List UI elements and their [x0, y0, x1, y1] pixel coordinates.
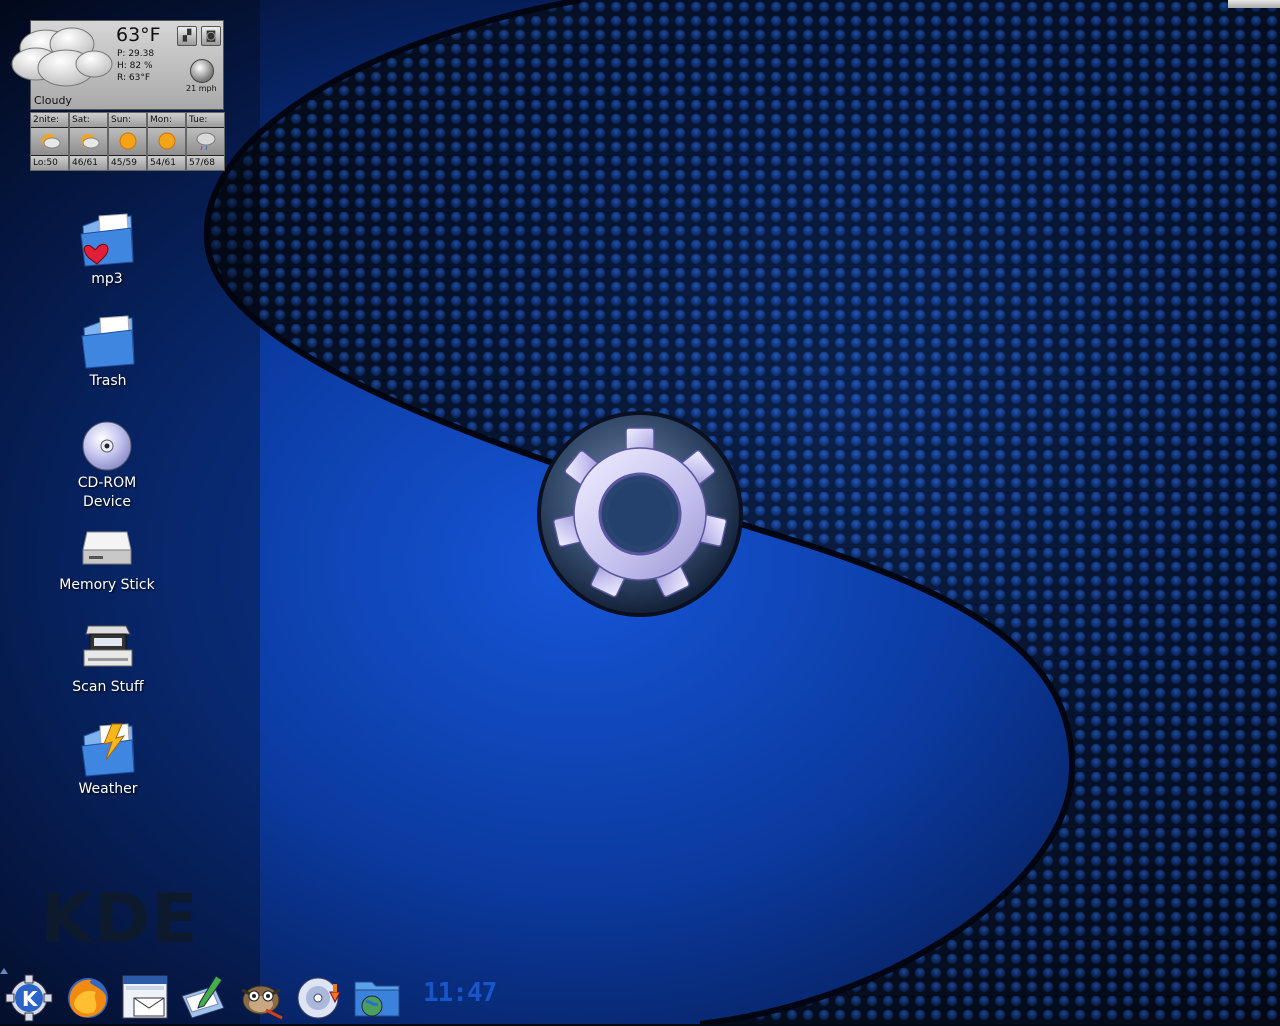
- showers-icon: [187, 128, 224, 155]
- kde-gear-logo: [537, 411, 743, 617]
- weather-folder-icon: [78, 722, 138, 780]
- gimp-launcher[interactable]: [236, 972, 286, 1022]
- temperature: 63°F: [116, 24, 161, 46]
- panel-hide-arrow-icon[interactable]: [0, 968, 8, 974]
- partly-cloudy-icon: [70, 128, 107, 155]
- cd-burner-launcher[interactable]: [294, 972, 344, 1022]
- kde-menu-button[interactable]: K: [4, 972, 54, 1022]
- desktop-icon-cdrom[interactable]: CD-ROM Device: [52, 416, 162, 512]
- corner-panel-handle[interactable]: [1228, 0, 1280, 8]
- forecast-day: Tue: 57/68: [186, 112, 225, 171]
- desktop-icon-memory-stick[interactable]: Memory Stick: [52, 518, 162, 595]
- cd-burner-icon: [297, 977, 341, 1019]
- kde-menu-icon: K: [5, 974, 53, 1022]
- camera-icon[interactable]: ◙: [201, 26, 221, 46]
- text-editor-launcher[interactable]: [178, 972, 228, 1022]
- music-folder-icon: [77, 212, 137, 270]
- desktop-icon-mp3[interactable]: mp3: [52, 212, 162, 289]
- real-feel: R: 63°F: [117, 73, 150, 83]
- trash-folder-icon: [78, 314, 138, 372]
- sunny-icon: [109, 128, 146, 155]
- map-icon[interactable]: ▞: [177, 26, 197, 46]
- forecast-day: Mon: 54/61: [147, 112, 186, 171]
- wind-speed: 21 mph: [186, 84, 217, 93]
- forecast-day: 2nite: Lo:50: [30, 112, 69, 171]
- scanner-icon: [78, 620, 138, 678]
- digital-clock[interactable]: 11:47: [423, 978, 497, 1008]
- humidity: H: 82 %: [117, 61, 153, 71]
- partly-cloudy-icon: [31, 128, 68, 155]
- desktop-icon-trash[interactable]: Trash: [53, 314, 163, 391]
- sunny-icon: [148, 128, 185, 155]
- cdrom-icon: [77, 416, 137, 474]
- wind-icon: [190, 59, 214, 83]
- desktop-icon-scan-stuff[interactable]: Scan Stuff: [53, 620, 163, 697]
- firefox-launcher[interactable]: [62, 972, 112, 1022]
- forecast-day: Sat: 46/61: [69, 112, 108, 171]
- forecast-strip: 2nite: Lo:50 Sat: 46/61 Sun: 45/59 Mon: …: [30, 112, 225, 171]
- desktop-icon-weather[interactable]: Weather: [53, 722, 163, 799]
- firefox-icon: [68, 978, 108, 1018]
- kde-watermark: KDE: [40, 880, 199, 959]
- file-manager-icon: [354, 981, 400, 1017]
- pressure: P: 29.38: [117, 49, 155, 59]
- weather-widget[interactable]: 63°F P: 29.38 H: 82 % R: 63°F Cloudy ▞ ◙…: [11, 20, 225, 171]
- text-editor-icon: [181, 975, 225, 1019]
- file-manager-launcher[interactable]: [352, 972, 402, 1022]
- mail-client-launcher[interactable]: [120, 972, 170, 1022]
- gimp-icon: [241, 985, 283, 1020]
- drive-icon: [77, 518, 137, 576]
- cloudy-icon: [11, 27, 113, 87]
- svg-text:K: K: [22, 987, 39, 1011]
- mail-client-icon: [122, 975, 168, 1019]
- forecast-day: Sun: 45/59: [108, 112, 147, 171]
